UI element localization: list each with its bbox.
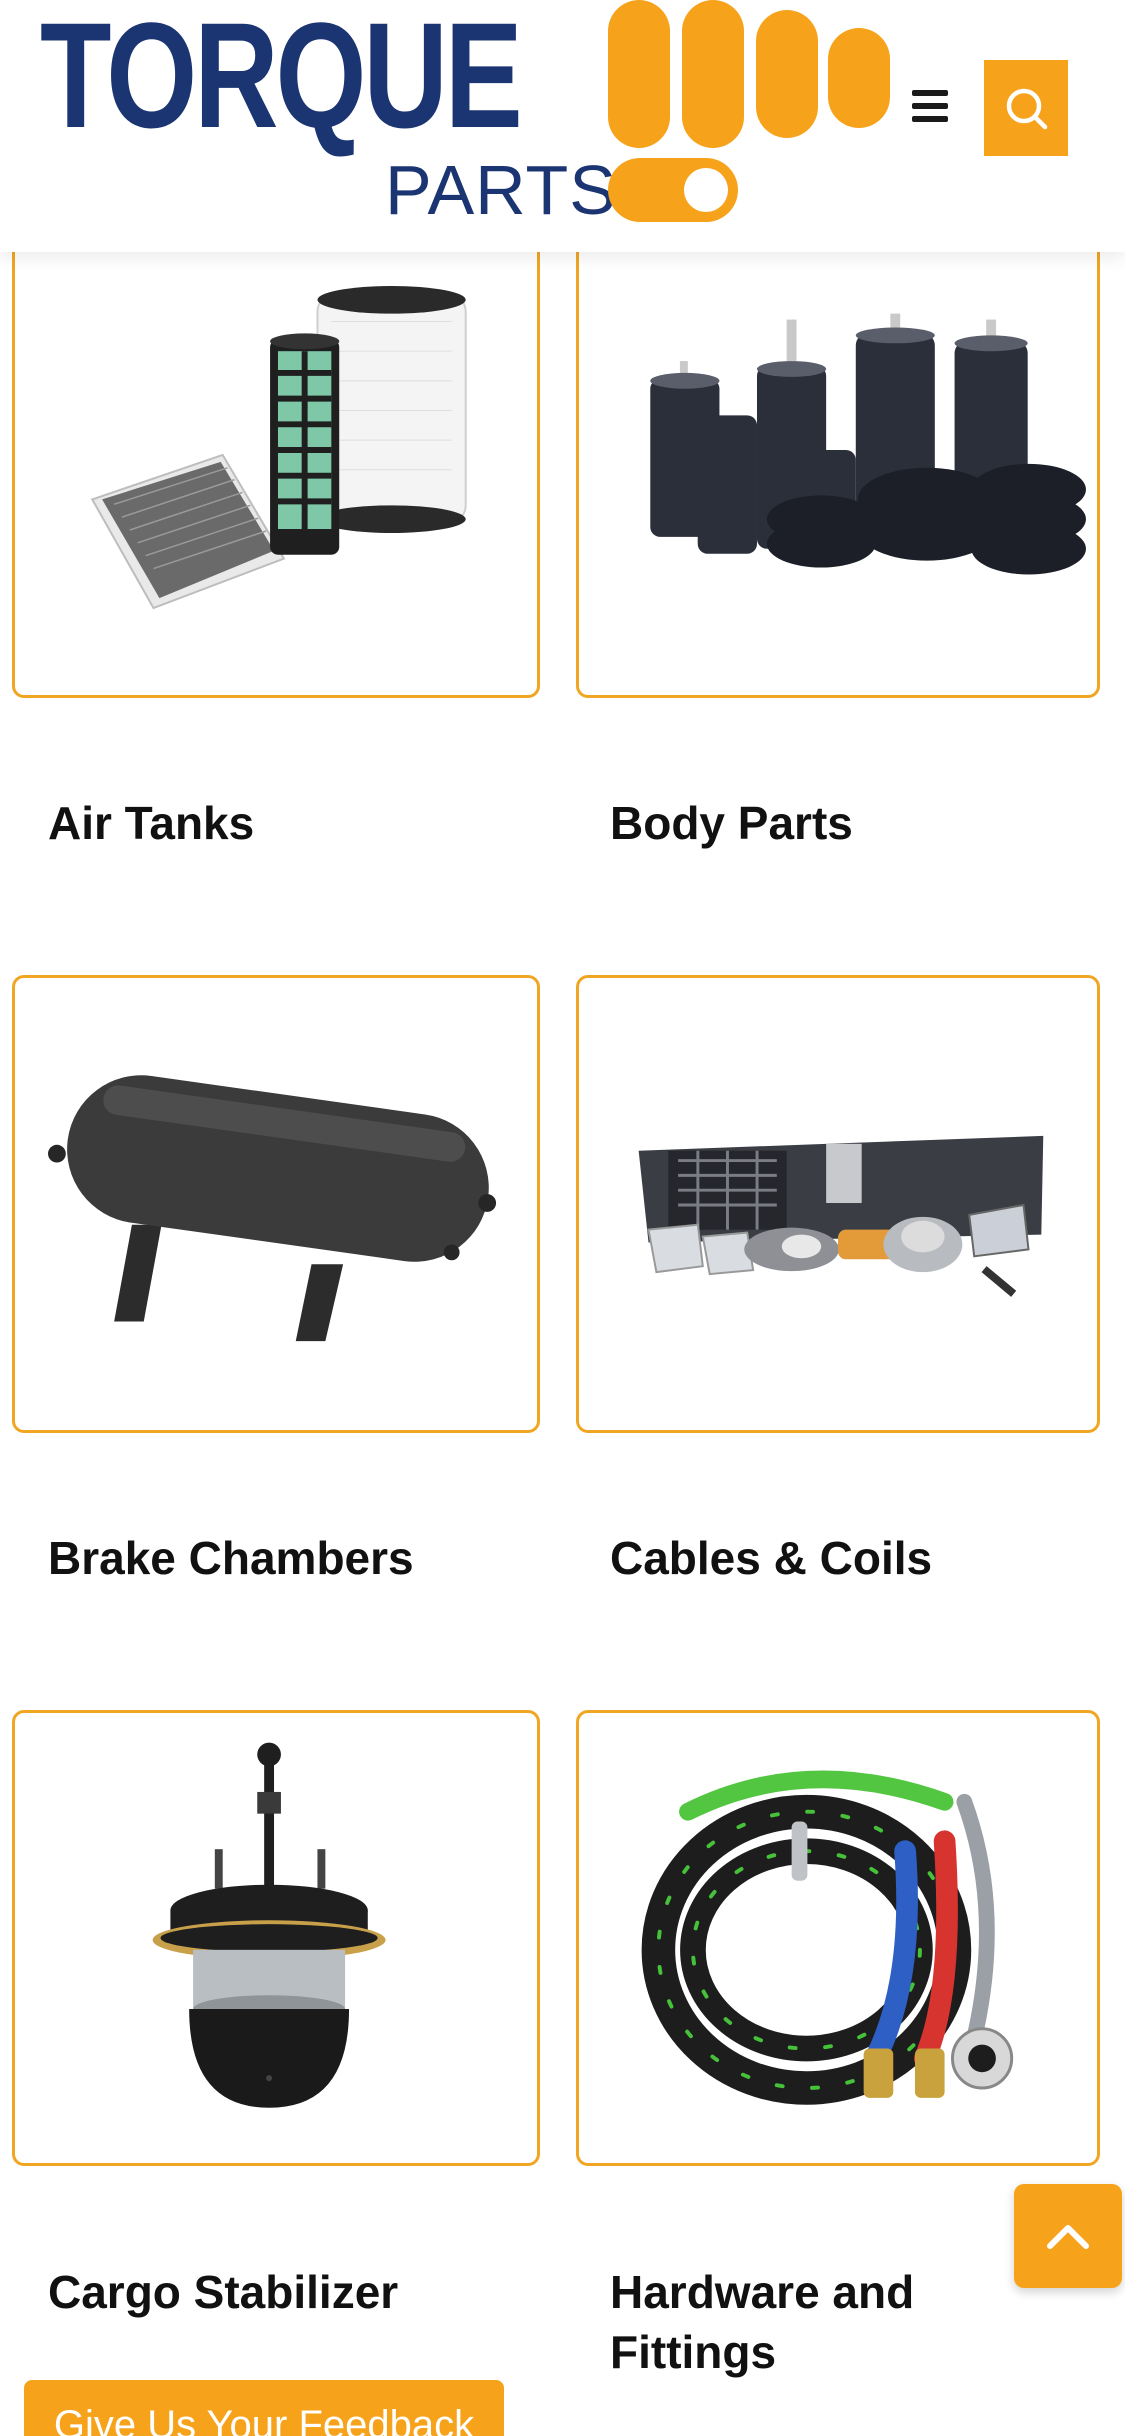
hamburger-menu-icon[interactable] — [912, 78, 960, 134]
product-card-body-parts[interactable] — [576, 975, 1100, 1433]
menu-bar — [912, 103, 948, 109]
product-card-filters[interactable] — [12, 200, 540, 698]
body-parts-image — [638, 1135, 1044, 1297]
search-icon — [1006, 88, 1048, 130]
product-label[interactable]: Air Tanks — [48, 793, 528, 853]
menu-bar — [912, 90, 948, 96]
air-springs-image — [650, 313, 1086, 575]
site-header: TORQUE PARTS — [0, 0, 1125, 252]
product-card-cables-coils[interactable] — [576, 1710, 1100, 2166]
product-label[interactable]: Body Parts — [610, 793, 1080, 853]
product-label[interactable]: Cables & Coils — [610, 1528, 1080, 1588]
scroll-to-top-button[interactable] — [1014, 2184, 1122, 2288]
chevron-up-icon — [1047, 2225, 1089, 2249]
product-card-air-tanks[interactable] — [12, 975, 540, 1433]
search-button[interactable] — [984, 60, 1068, 156]
product-card-brake-chambers[interactable] — [12, 1710, 540, 2166]
menu-bar — [912, 116, 948, 122]
product-label[interactable]: Cargo Stabilizer — [48, 2262, 528, 2322]
logo-wordmark: TORQUE — [40, 0, 523, 159]
product-label[interactable]: Brake Chambers — [48, 1528, 528, 1588]
air-tank-image — [48, 1075, 497, 1342]
feedback-button[interactable]: Give Us Your Feedback — [24, 2380, 504, 2436]
page: TORQUE PARTS Air Tanks Body Parts Brake … — [0, 0, 1125, 2436]
logo-mark-icon — [608, 0, 890, 222]
cable-coil-image — [641, 1770, 1014, 2105]
product-label[interactable]: Hardware and Fittings — [610, 2262, 1080, 2382]
torque-parts-logo[interactable]: TORQUE PARTS — [40, 0, 900, 240]
logo-subtitle: PARTS — [385, 151, 617, 229]
filters-image — [90, 285, 467, 610]
product-card-air-springs[interactable] — [576, 200, 1100, 698]
brake-chamber-image — [152, 1742, 386, 2108]
